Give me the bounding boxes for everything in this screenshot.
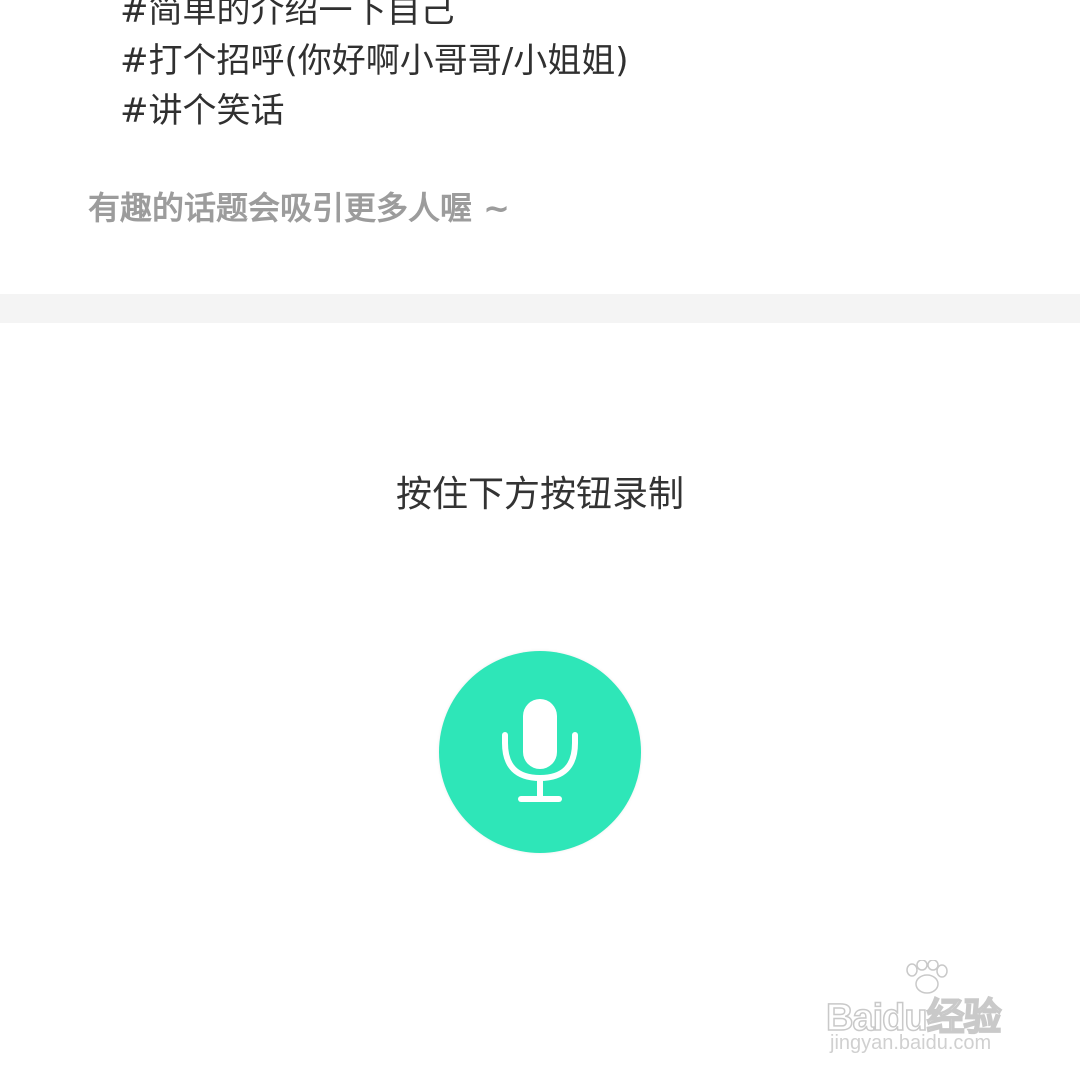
topic-suggestion-list: #简单的介绍一下自己 #打个招呼(你好啊小哥哥/小姐姐) #讲个笑话 [120,0,628,136]
record-instruction: 按住下方按钮录制 [395,474,684,515]
microphone-icon [502,699,578,802]
topic-suggestion: #讲个笑话 [120,91,285,131]
hold-to-record-button[interactable] [439,651,641,853]
baidu-jingyan-watermark: Baidu经验 jingyan.baidu.com [825,960,1026,1060]
topic-suggestion: #打个招呼(你好啊小哥哥/小姐姐) [120,41,629,81]
section-divider [0,294,1080,323]
topic-hint-text: 有趣的话题会吸引更多人喔 ~ [88,189,510,227]
watermark-url: jingyan.baidu.com [830,1032,992,1054]
topic-suggestion: #简单的介绍一下自己 [120,0,455,31]
